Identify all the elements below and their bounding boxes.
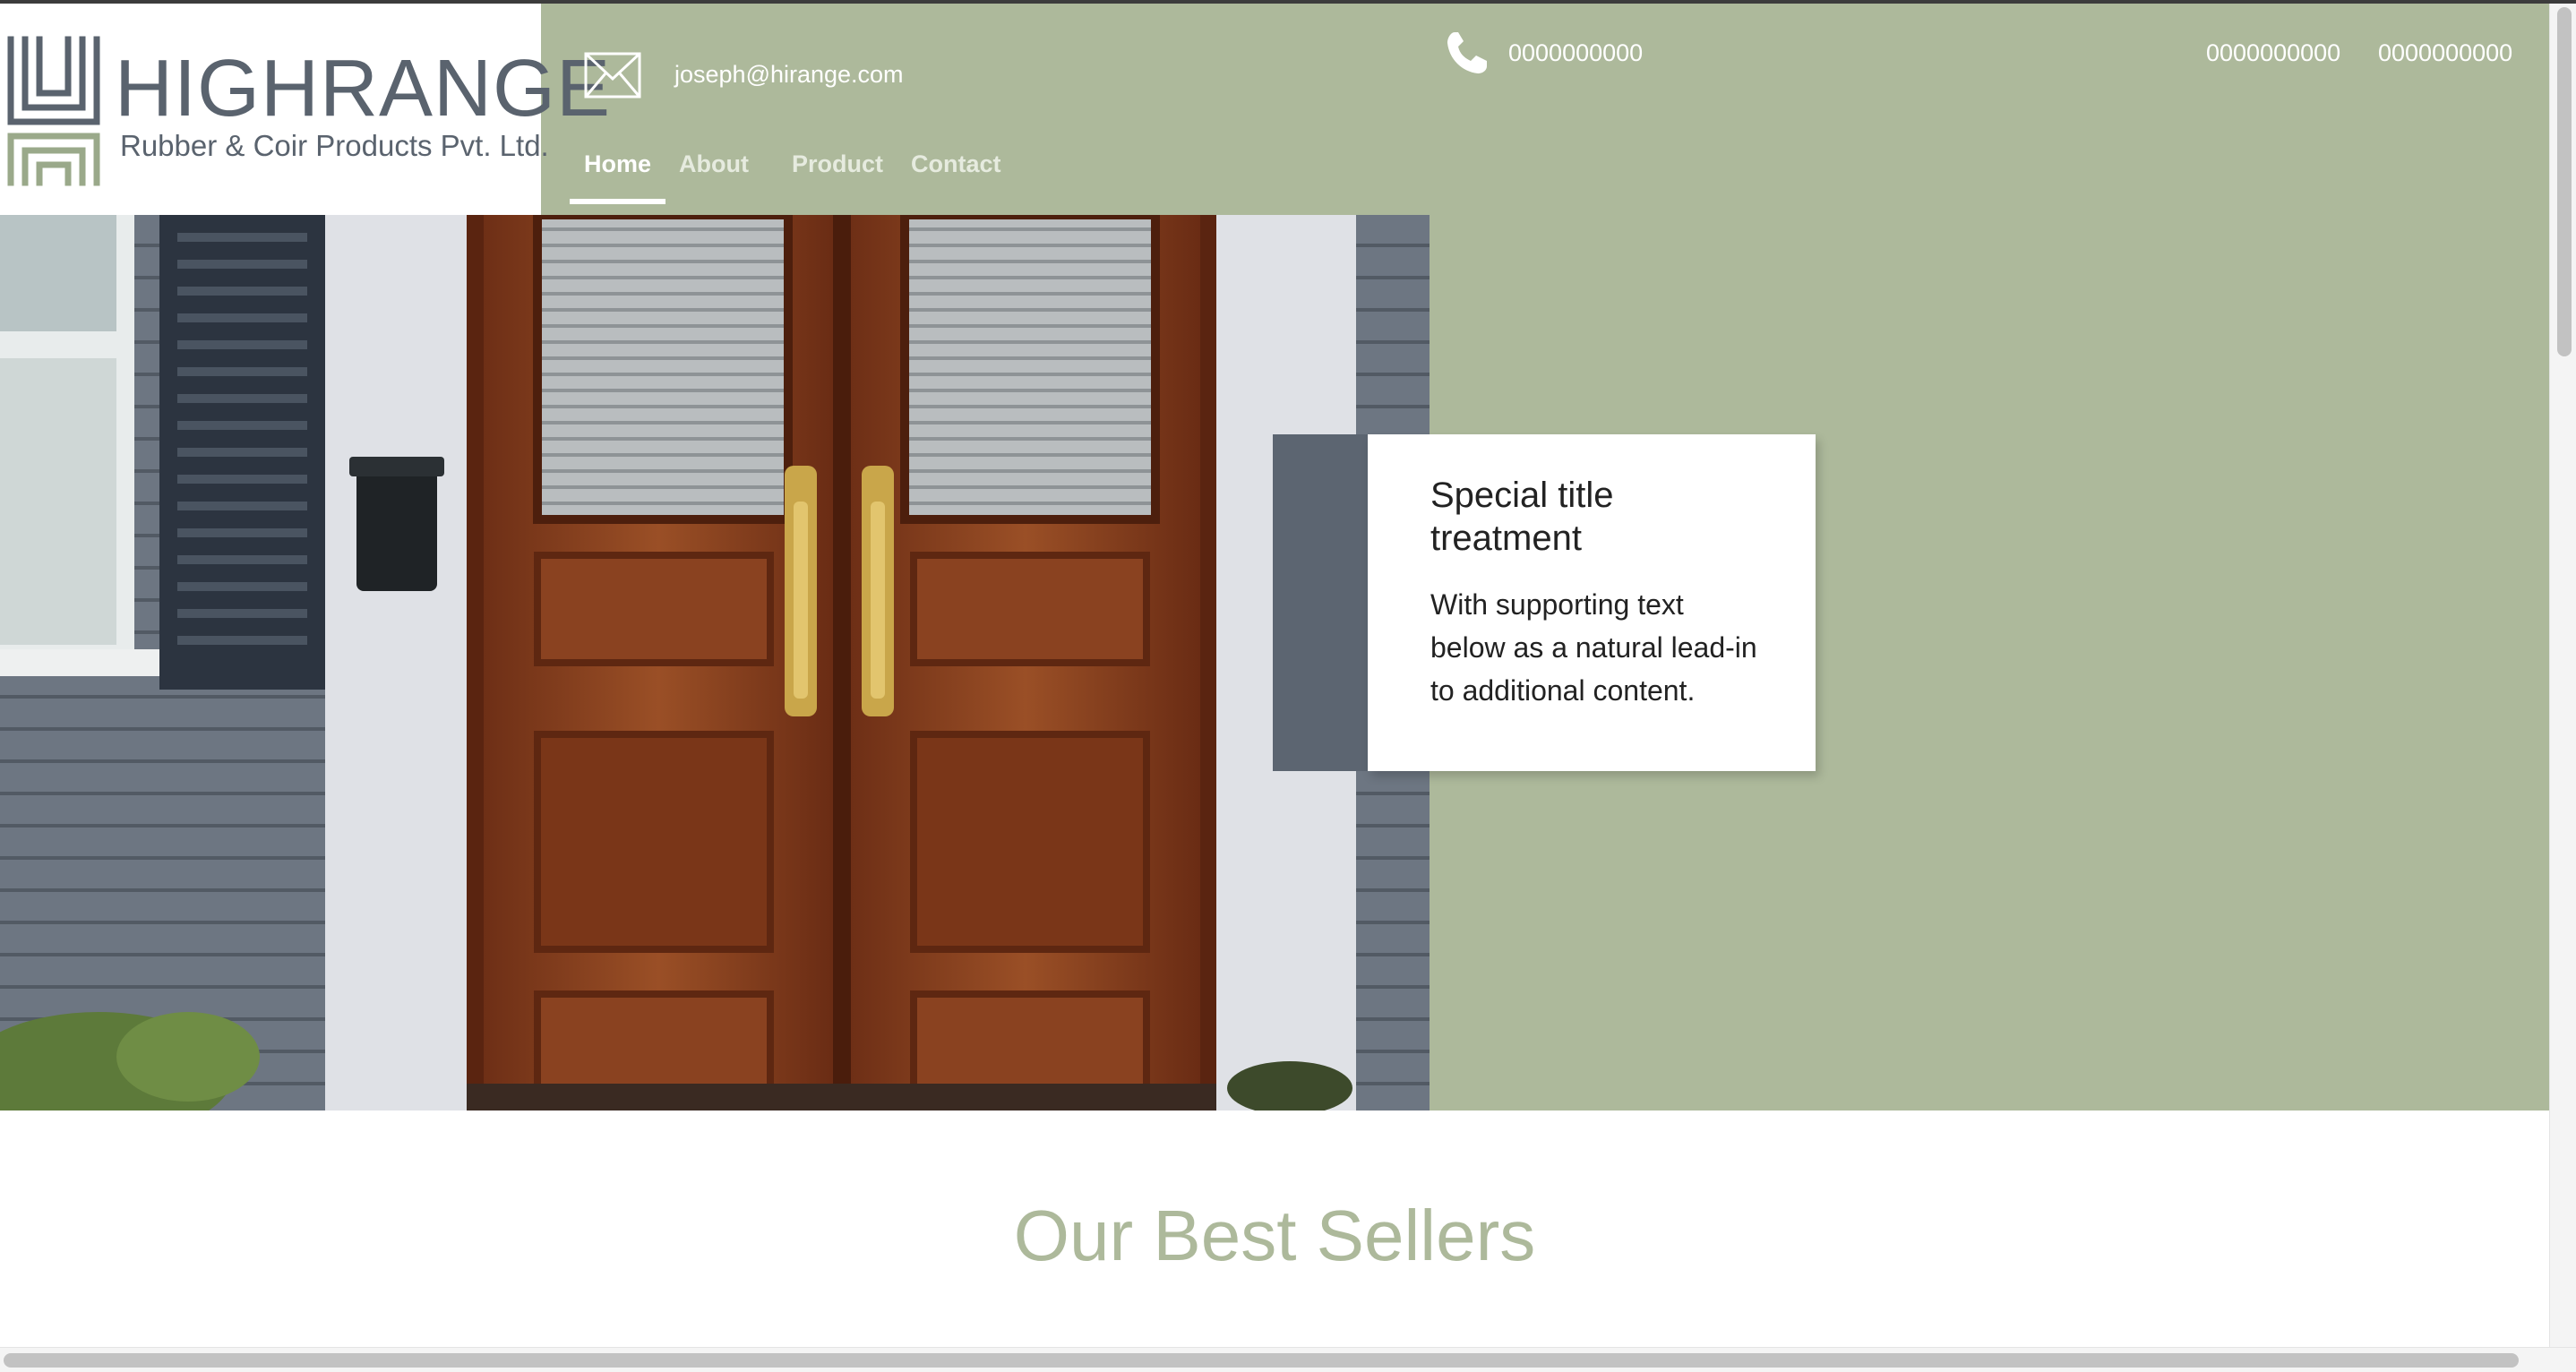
mail-icon [584,52,641,99]
logo-tagline: Rubber & Coir Products Pvt. Ltd. [120,129,549,162]
card-text: With supporting text below as a natural … [1430,588,1757,707]
vertical-scrollbar[interactable] [2549,4,2576,1347]
section-title: Our Best Sellers [1013,1196,1536,1275]
nav-home[interactable]: Home [570,147,666,204]
nav-about[interactable]: About [665,147,763,204]
horizontal-scrollbar-thumb[interactable] [4,1353,2519,1368]
phone-number-3[interactable]: 0000000000 [2378,39,2512,67]
hero-door-image [0,215,1430,1110]
logo[interactable]: HIGHRANGE Rubber & Coir Products Pvt. Lt… [0,4,610,215]
email-link[interactable]: joseph@hirange.com [674,61,904,89]
card-accent-bar [1273,434,1368,771]
vertical-scrollbar-thumb[interactable] [2557,7,2572,356]
logo-wordmark: HIGHRANGE [115,44,612,133]
nav-contact[interactable]: Contact [897,147,1016,204]
logo-mark-icon [7,36,100,186]
phone-number-2[interactable]: 0000000000 [2206,39,2340,67]
card-title: Special title treatment [1430,476,1614,558]
phone-number-1[interactable]: 0000000000 [1508,39,1643,67]
page-viewport: HIGHRANGE Rubber & Coir Products Pvt. Lt… [0,4,2549,1347]
horizontal-scrollbar[interactable] [0,1347,2576,1372]
feature-card: Special title treatment With supporting … [1368,434,1816,771]
phone-icon [1447,32,1487,73]
nav-product[interactable]: Product [777,147,897,204]
